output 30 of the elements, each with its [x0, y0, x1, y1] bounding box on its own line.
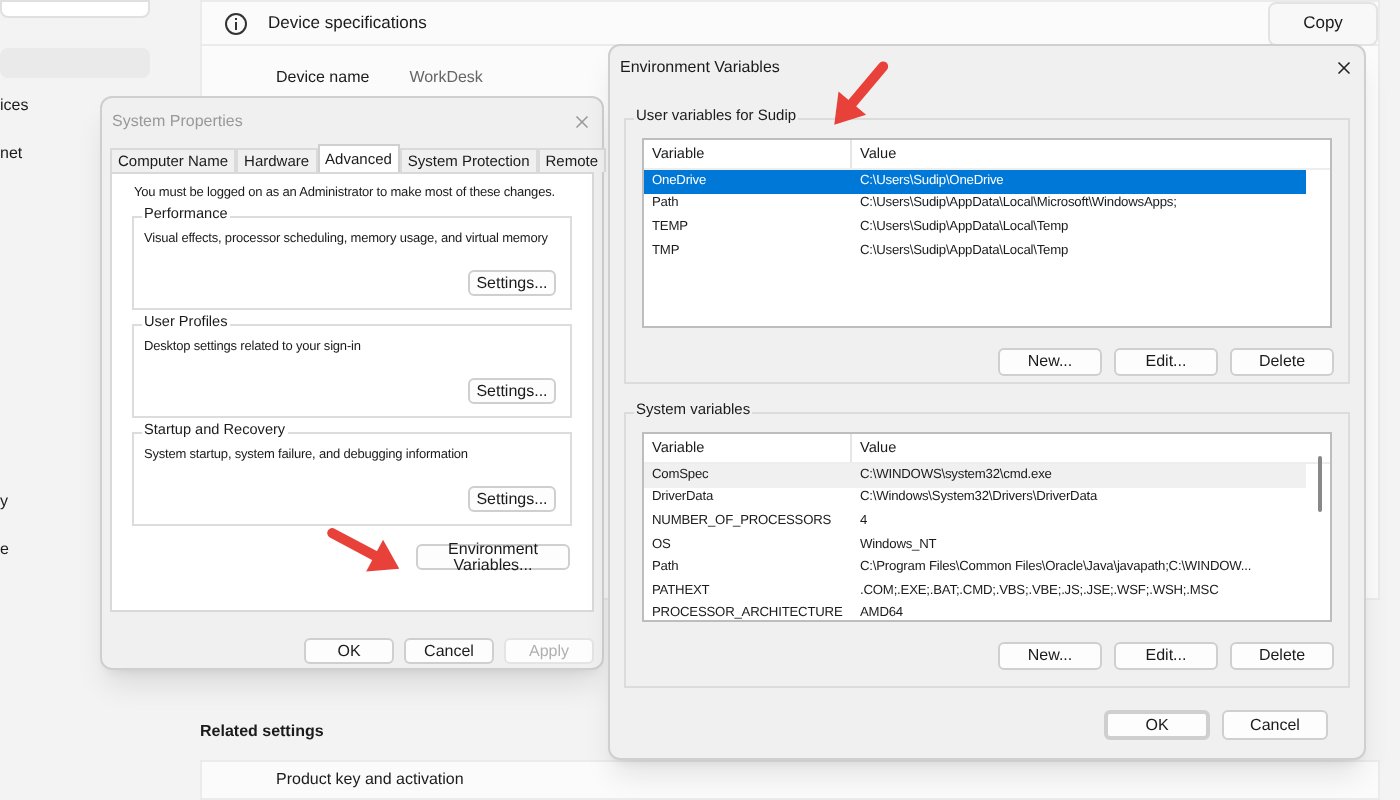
table-action-button[interactable]: Edit... — [1114, 348, 1218, 376]
window-title: Environment Variables — [620, 56, 780, 80]
dialog-button[interactable]: Cancel — [404, 638, 494, 664]
section-heading: Related settings — [200, 720, 324, 744]
field-value: WorkDesk — [409, 66, 483, 90]
window-title: System Properties — [112, 109, 243, 133]
dialog-button[interactable]: OK — [304, 638, 394, 664]
scrollbar[interactable] — [1318, 456, 1322, 512]
sidebar-item[interactable]: net — [0, 142, 23, 166]
dialog-button[interactable]: OK — [1104, 710, 1210, 740]
search-field[interactable] — [0, 0, 150, 18]
dialog-button[interactable]: Cancel — [1222, 710, 1328, 740]
settings-button[interactable]: Settings... — [468, 378, 556, 404]
table-action-button[interactable]: New... — [998, 348, 1102, 376]
table-action-button[interactable]: Delete — [1230, 348, 1334, 376]
environment-variables-button[interactable]: Environment Variables... — [416, 544, 570, 570]
section-title: Device specifications — [268, 10, 427, 36]
table-action-button[interactable]: Edit... — [1114, 642, 1218, 670]
copy-button[interactable]: Copy — [1268, 1, 1378, 45]
sidebar-item[interactable]: e — [0, 538, 9, 562]
field-label: Device name — [276, 66, 370, 90]
table-action-button[interactable]: Delete — [1230, 642, 1334, 670]
close-icon[interactable] — [1334, 58, 1354, 78]
info-icon — [224, 11, 248, 35]
settings-button[interactable]: Settings... — [468, 486, 556, 512]
settings-button[interactable]: Settings... — [468, 270, 556, 296]
sidebar-item[interactable]: y — [0, 490, 8, 514]
sidebar-item[interactable]: ices — [0, 94, 29, 118]
settings-link-row[interactable]: Product key and activation — [200, 760, 1380, 800]
table-action-button[interactable]: New... — [998, 642, 1102, 670]
